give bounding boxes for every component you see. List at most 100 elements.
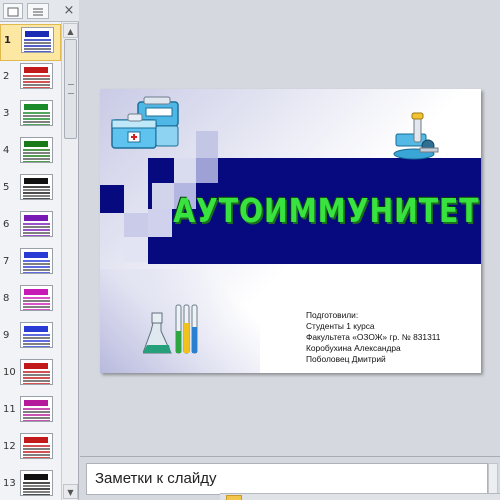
slides-tab-icon[interactable] <box>3 3 23 19</box>
thumbnail-text-line <box>23 417 50 419</box>
thumbnail-text-line <box>23 158 50 160</box>
thumbnail-text-line <box>23 149 50 151</box>
slide-thumbnail[interactable]: 7 <box>0 246 61 283</box>
slide-number: 9 <box>3 330 10 341</box>
thumbnail-heading-mark <box>25 31 49 37</box>
notes-scrollbar[interactable] <box>488 463 498 495</box>
slide-thumbnail[interactable]: 3 <box>0 98 61 135</box>
first-aid-kit-icon <box>111 96 179 149</box>
slide-number: 1 <box>4 35 11 46</box>
thumbnail-text-line <box>23 192 50 194</box>
pane-tabs: × <box>0 0 79 22</box>
powerpoint-window: × 1 2 3 4 5 6 7 8 9 10 11 12 13 ▲ ▼ АУТОИММУНИТЕТ <box>0 0 500 500</box>
slide-thumbnail-preview <box>20 137 53 163</box>
thumbnail-text-line <box>23 269 50 271</box>
slide-number: 10 <box>3 367 16 378</box>
slide-thumbnail[interactable]: 13 <box>0 468 61 500</box>
slide-number: 13 <box>3 478 16 489</box>
decor-square <box>196 131 218 158</box>
view-mode-icon[interactable] <box>226 495 242 500</box>
thumbnail-heading-mark <box>24 252 48 258</box>
thumbnail-text-line <box>23 272 50 273</box>
thumbnail-text-line <box>23 84 50 86</box>
scroll-up-icon[interactable]: ▲ <box>63 23 78 38</box>
thumbnail-heading-mark <box>24 289 48 295</box>
thumbnail-text-line <box>23 78 50 80</box>
thumbnail-text-line <box>23 232 50 234</box>
thumbnail-text-line <box>23 454 50 456</box>
thumbnail-text-line <box>23 448 50 450</box>
close-icon[interactable]: × <box>62 3 76 19</box>
thumbnail-text-line <box>23 198 50 199</box>
thumbnail-text-line <box>23 494 50 495</box>
thumbnail-text-line <box>23 223 50 225</box>
thumbnail-text-line <box>23 491 50 493</box>
scroll-down-icon[interactable]: ▼ <box>63 484 78 499</box>
slide-thumbnail[interactable]: 2 <box>0 61 61 98</box>
slide-number: 5 <box>3 182 10 193</box>
lab-flasks-icon <box>143 304 198 354</box>
slide-thumbnail[interactable]: 10 <box>0 357 61 394</box>
slide-thumbnail-preview <box>20 359 53 385</box>
scrollbar-grip-icon <box>68 84 74 94</box>
notes-field[interactable]: Заметки к слайду <box>86 463 488 495</box>
subtitle-line: Факультета «ОЗОЖ» гр. № 831311 <box>306 332 441 342</box>
outline-tab-icon[interactable] <box>27 3 49 19</box>
thumbnail-text-line <box>23 337 50 339</box>
thumbnail-text-line <box>23 414 50 416</box>
thumbnail-text-line <box>23 152 50 154</box>
decor-square <box>124 213 148 237</box>
slide-subtitle[interactable]: Подготовили: Студенты 1 курса Факультета… <box>306 310 476 365</box>
decor-square <box>148 209 172 237</box>
notes-placeholder: Заметки к слайду <box>95 470 217 487</box>
thumbnail-text-line <box>23 266 50 268</box>
thumbnail-text-line <box>24 51 51 52</box>
slide-thumbnail-preview <box>20 63 53 89</box>
slide-title[interactable]: АУТОИММУНИТЕТ <box>173 158 478 264</box>
slide-thumbnail-list: 1 2 3 4 5 6 7 8 9 10 11 12 13 <box>0 22 61 500</box>
thumbnail-text-line <box>23 485 50 487</box>
decor-square <box>124 237 148 262</box>
thumbnail-text-line <box>24 48 51 50</box>
thumbnail-text-line <box>23 81 50 83</box>
thumbnail-heading-mark <box>24 363 48 369</box>
slide-thumbnail[interactable]: 5 <box>0 172 61 209</box>
thumbnail-text-line <box>23 75 50 77</box>
thumbnail-text-line <box>24 42 51 44</box>
thumbnail-text-line <box>23 306 50 308</box>
thumbnail-text-line <box>23 189 50 191</box>
thumbnail-text-line <box>23 383 50 384</box>
slide-thumbnail-preview <box>20 433 53 459</box>
thumbnail-text-line <box>23 226 50 228</box>
slide-thumbnail-preview <box>20 470 53 496</box>
thumbnail-heading-mark <box>24 104 48 110</box>
slides-pane: × 1 2 3 4 5 6 7 8 9 10 11 12 13 ▲ ▼ <box>0 0 79 500</box>
thumbnail-text-line <box>23 380 50 382</box>
thumbnail-heading-mark <box>24 437 48 443</box>
slide-canvas[interactable]: АУТОИММУНИТЕТ Подготовили: Студенты 1 ку… <box>100 89 481 373</box>
subtitle-line: Коробухина Александра <box>306 343 401 353</box>
slide-thumbnail[interactable]: 11 <box>0 394 61 431</box>
slide-thumbnail[interactable]: 6 <box>0 209 61 246</box>
slide-thumbnail-preview <box>21 27 54 53</box>
slide-thumbnail[interactable]: 12 <box>0 431 61 468</box>
slide-thumbnail[interactable]: 8 <box>0 283 61 320</box>
thumbnail-text-line <box>23 420 50 421</box>
thumbnail-text-line <box>23 124 50 125</box>
thumbnail-text-line <box>23 445 50 447</box>
thumbnail-text-line <box>23 411 50 413</box>
slide-thumbnail[interactable]: 1 <box>0 24 61 61</box>
slide-thumbnail[interactable]: 4 <box>0 135 61 172</box>
slide-thumbnail[interactable]: 9 <box>0 320 61 357</box>
thumbnail-text-line <box>24 39 51 41</box>
thumbnail-heading-mark <box>24 67 48 73</box>
thumbnail-text-line <box>23 303 50 305</box>
scrollbar-thumb[interactable] <box>64 39 77 139</box>
thumbnail-text-line <box>23 118 50 120</box>
thumbnail-scrollbar[interactable]: ▲ ▼ <box>61 22 78 500</box>
decor-square <box>100 185 124 213</box>
thumbnail-heading-mark <box>24 215 48 221</box>
thumbnail-text-line <box>24 45 51 47</box>
slide-number: 12 <box>3 441 16 452</box>
thumbnail-text-line <box>23 87 50 88</box>
